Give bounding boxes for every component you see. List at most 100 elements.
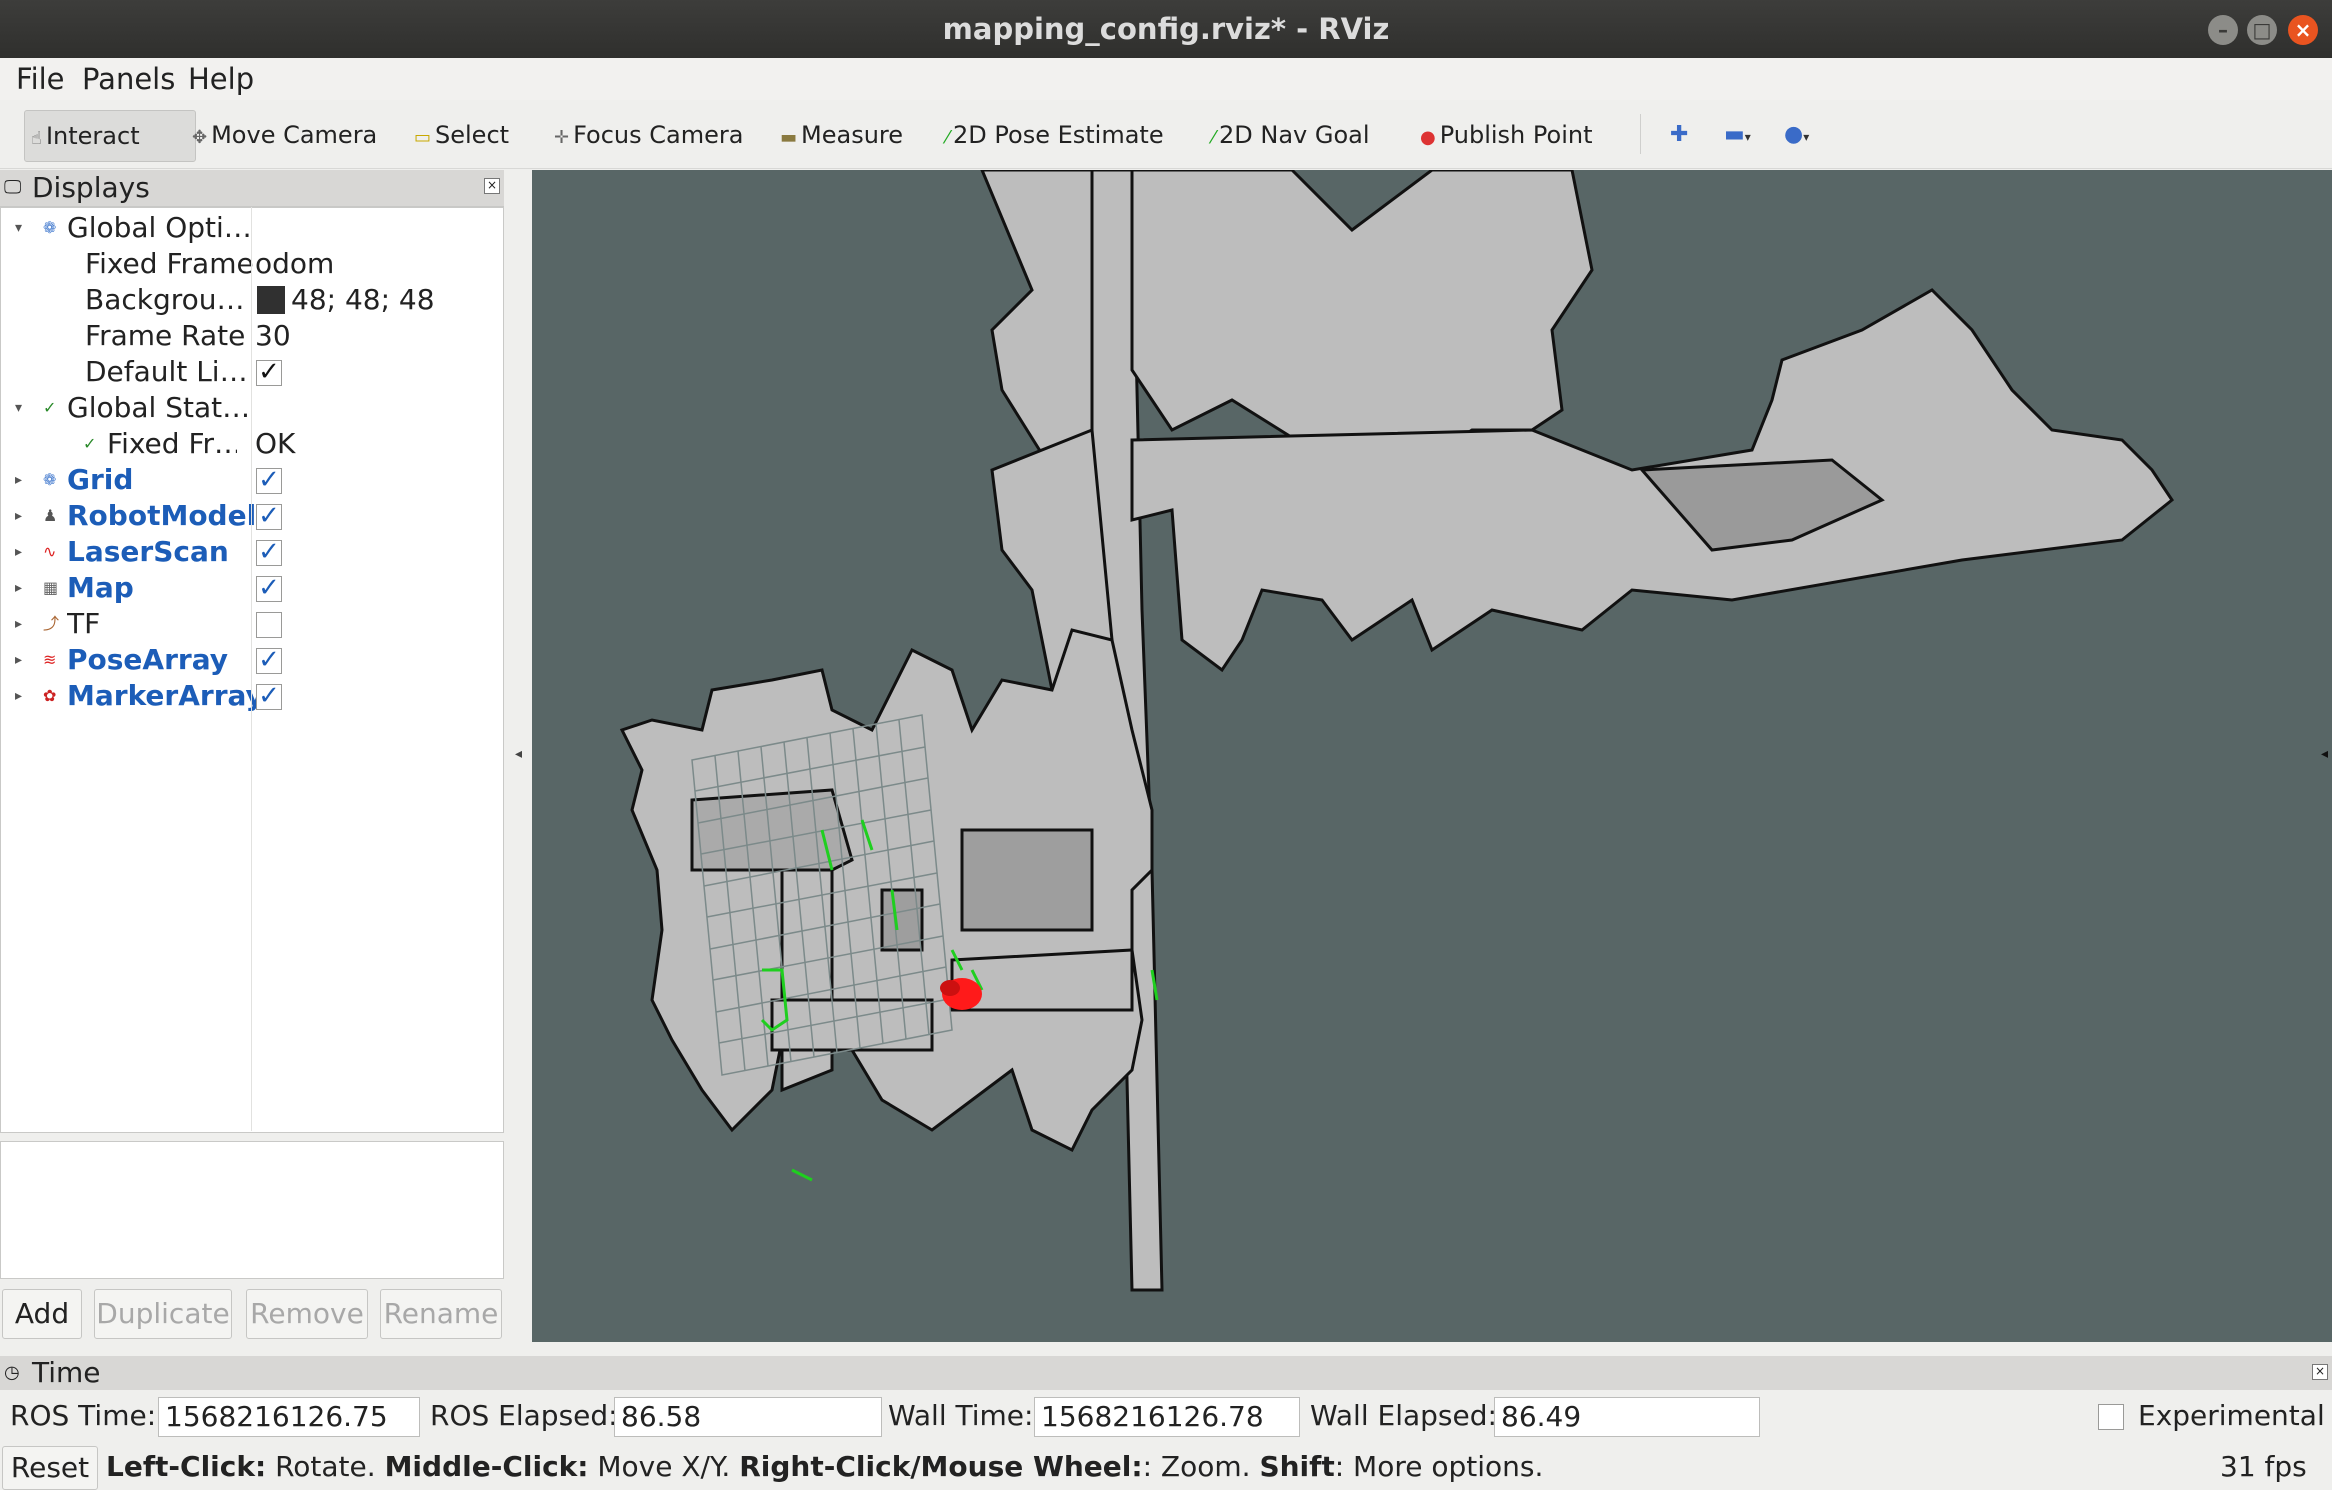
ros-time-field[interactable]: 1568216126.75 (158, 1397, 420, 1437)
monitor-icon: 🖵 (4, 177, 22, 198)
background-value[interactable]: 48; 48; 48 (291, 282, 435, 318)
rename-button[interactable]: Rename (380, 1289, 502, 1339)
tool-2d-pose-estimate[interactable]: ⁄ 2D Pose Estimate (940, 110, 1170, 160)
display-robotmodel-label: RobotModel (67, 499, 257, 532)
display-tf-label: TF (67, 607, 101, 640)
reset-button[interactable]: Reset (2, 1446, 98, 1490)
global-status-label: Global Stat… (67, 391, 251, 424)
focus-icon: ✛ (554, 127, 570, 148)
tool-select-label: Select (435, 121, 510, 149)
background-color-swatch[interactable] (257, 286, 285, 314)
dropdown-icon: ▾ (1744, 130, 1751, 144)
hint-shift-text: : More options. (1334, 1450, 1544, 1483)
tool-focus-camera[interactable]: ✛ Focus Camera (548, 110, 749, 160)
fps-counter: 31 fps (2220, 1450, 2307, 1483)
global-options-label: Global Opti… (67, 211, 252, 244)
menu-bar: File Panels Help (0, 58, 2332, 100)
time-panel-header: ◷ Time × (0, 1356, 2332, 1390)
display-robotmodel-checkbox[interactable]: ✓ (256, 503, 282, 530)
check-icon: ✓ (43, 398, 57, 417)
background-label: Backgrou… (85, 283, 245, 316)
minimize-button[interactable]: – (2208, 15, 2238, 45)
window-title: mapping_config.rviz* - RViz (942, 12, 1390, 46)
view-tool-button[interactable]: ●▾ (1778, 110, 1815, 160)
hint-middle-click-text: Move X/Y. (588, 1450, 740, 1483)
collapsed-arrow-icon: ▸ (15, 616, 23, 632)
display-map-checkbox[interactable]: ✓ (256, 575, 282, 602)
remove-tool-button[interactable]: ▬▾ (1718, 110, 1757, 160)
hint-right-click-text: : Zoom. (1142, 1450, 1260, 1483)
display-tf-checkbox[interactable] (256, 612, 282, 638)
collapse-left-icon: ◂ (515, 746, 523, 762)
menu-file[interactable]: File (16, 62, 65, 96)
panel-close-icon[interactable]: × (2312, 1364, 2328, 1380)
tool-publish-point[interactable]: ● Publish Point (1414, 110, 1598, 160)
add-tool-button[interactable]: ✚ (1664, 110, 1694, 160)
tf-icon: ⤴ (43, 614, 60, 633)
tree-column-separator (251, 207, 252, 1131)
wall-elapsed-label: Wall Elapsed: (1310, 1399, 1497, 1432)
select-icon: ▭ (414, 127, 432, 148)
fixed-frame-status-label: Fixed Fr… (107, 427, 237, 460)
tool-focus-camera-label: Focus Camera (573, 121, 744, 149)
hint-shift: Shift (1259, 1450, 1335, 1483)
ros-time-label: ROS Time: (10, 1399, 157, 1432)
experimental-label: Experimental (2138, 1399, 2325, 1432)
menu-panels[interactable]: Panels (82, 62, 175, 96)
display-grid-checkbox[interactable]: ✓ (256, 467, 282, 494)
panel-close-icon[interactable]: × (484, 178, 500, 194)
ros-elapsed-field[interactable]: 86.58 (614, 1397, 882, 1437)
tool-move-camera-label: Move Camera (211, 121, 378, 149)
tool-measure-label: Measure (801, 121, 904, 149)
collapse-right-icon[interactable]: ◂ (2321, 746, 2328, 762)
occupancy-map (619, 170, 2175, 1292)
collapsed-arrow-icon: ▸ (15, 652, 23, 668)
property-description-pane (0, 1141, 504, 1279)
move-icon: ✥ (192, 127, 208, 148)
wall-time-field[interactable]: 1568216126.78 (1034, 1397, 1300, 1437)
fixed-frame-value[interactable]: odom (255, 246, 334, 282)
eye-icon: ● (1784, 122, 1804, 147)
tool-move-camera[interactable]: ✥ Move Camera (186, 110, 383, 160)
experimental-checkbox[interactable] (2098, 1404, 2124, 1430)
check-icon: ✓ (83, 434, 97, 453)
tool-measure[interactable]: ▬ Measure (774, 110, 909, 160)
default-light-checkbox[interactable]: ✓ (256, 359, 282, 386)
plus-icon: ✚ (1670, 122, 1689, 147)
default-light-label: Default Li… (85, 355, 248, 388)
toolbar-separator (1640, 114, 1641, 154)
add-button[interactable]: Add (2, 1289, 82, 1339)
maximize-button[interactable]: □ (2247, 15, 2277, 45)
displays-panel-header: 🖵 Displays × (0, 170, 504, 207)
close-button[interactable]: × (2288, 15, 2318, 45)
menu-help[interactable]: Help (188, 62, 254, 96)
title-bar: mapping_config.rviz* - RViz – □ × (0, 0, 2332, 58)
tool-2d-nav-goal[interactable]: ⁄ 2D Nav Goal (1206, 110, 1376, 160)
pose-arrow-icon: ⁄ (946, 127, 950, 148)
map-icon: ▦ (43, 578, 59, 597)
wall-elapsed-field[interactable]: 86.49 (1494, 1397, 1760, 1437)
status-hint: Left-Click: Rotate. Middle-Click: Move X… (106, 1448, 1543, 1486)
collapsed-arrow-icon: ▸ (15, 688, 23, 704)
wall-time-label: Wall Time: (888, 1399, 1034, 1432)
tool-interact[interactable]: ☝ Interact (24, 110, 196, 162)
toolbar: ☝ Interact ✥ Move Camera ▭ Select ✛ Focus Ca… (0, 100, 2332, 169)
display-posearray-checkbox[interactable]: ✓ (256, 647, 282, 674)
expanded-arrow-icon: ▾ (15, 400, 23, 416)
display-laserscan-checkbox[interactable]: ✓ (256, 539, 282, 566)
frame-rate-value[interactable]: 30 (255, 318, 291, 354)
minus-icon: ▬ (1724, 122, 1745, 147)
remove-button[interactable]: Remove (246, 1289, 368, 1339)
duplicate-button[interactable]: Duplicate (94, 1289, 232, 1339)
splitter-handle[interactable]: ◂ (505, 170, 531, 1342)
hand-icon: ☝ (31, 128, 42, 149)
render-viewport[interactable]: ◂ (532, 170, 2332, 1342)
fixed-frame-label: Fixed Frame (85, 247, 254, 280)
clock-icon: ◷ (4, 1362, 20, 1383)
collapsed-arrow-icon: ▸ (15, 508, 23, 524)
fixed-frame-status-value: OK (255, 427, 296, 460)
display-posearray-label: PoseArray (67, 643, 228, 676)
display-markerarray-checkbox[interactable]: ✓ (256, 683, 282, 710)
tool-select[interactable]: ▭ Select (408, 110, 515, 160)
hint-middle-click: Middle-Click: (384, 1450, 589, 1483)
